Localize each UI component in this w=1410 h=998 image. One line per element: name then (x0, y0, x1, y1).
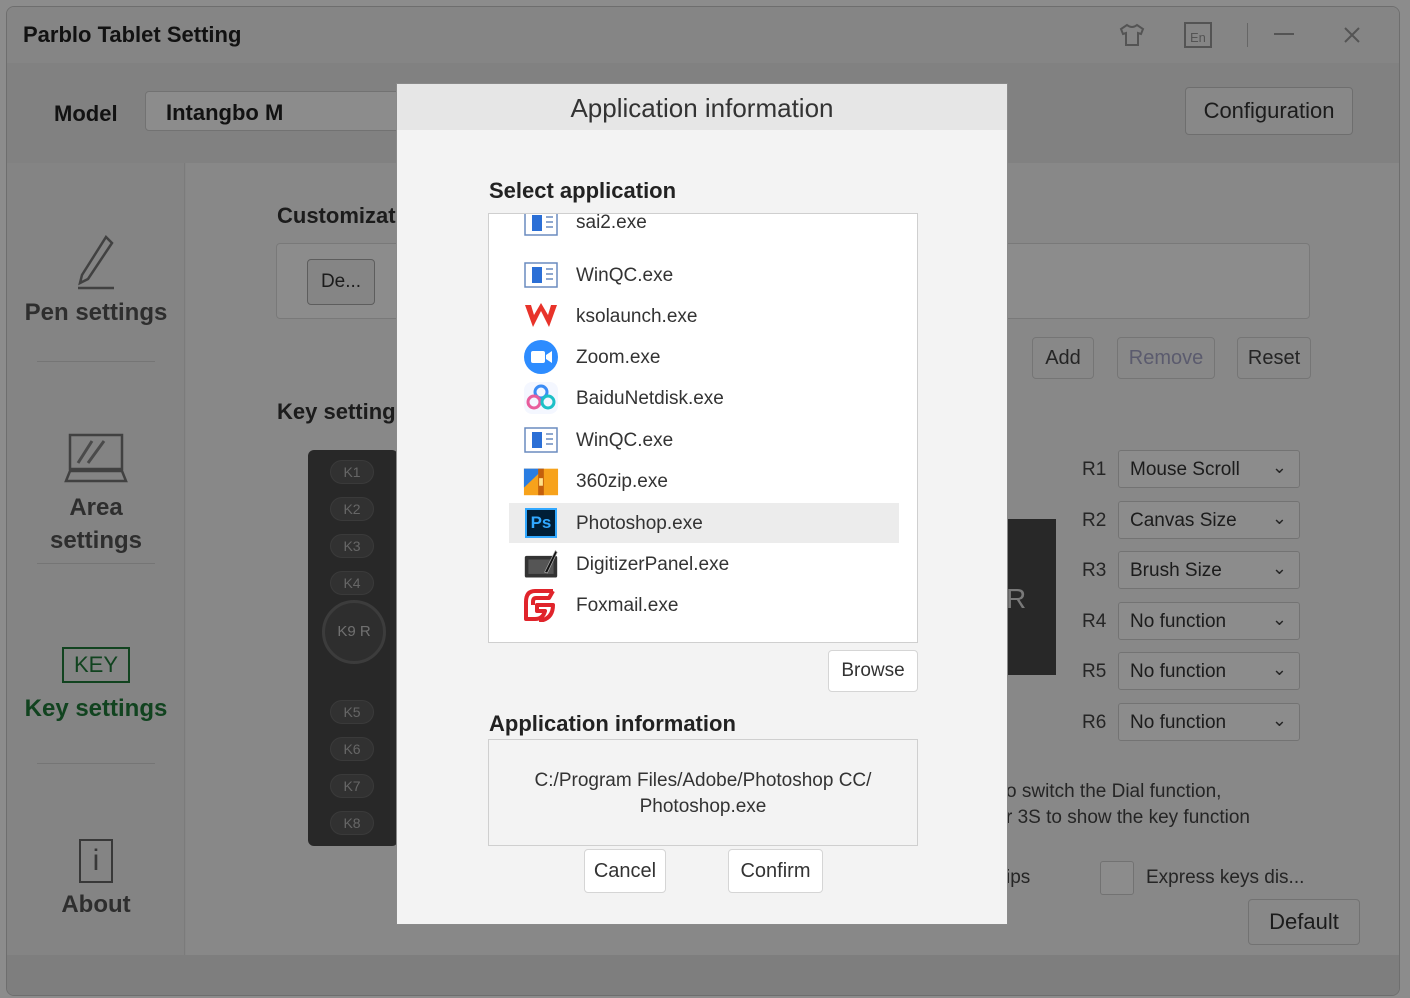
application-path-line1: C:/Program Files/Adobe/Photoshop CC/ (534, 770, 872, 791)
dialog-title: Application information (397, 84, 1007, 130)
app-name: WinQC.exe (576, 430, 674, 451)
sai-icon (523, 214, 559, 240)
list-item-winqc[interactable]: WinQC.exe (509, 420, 899, 460)
list-item-photoshop[interactable]: Ps Photoshop.exe (509, 503, 899, 543)
application-info-dialog: Application information Select applicati… (396, 83, 1008, 925)
application-path-line2: Photoshop.exe (639, 796, 767, 817)
foxmail-icon (523, 588, 559, 622)
list-item-baidu-netdisk[interactable]: BaiduNetdisk.exe (509, 378, 899, 418)
list-item-zoom[interactable]: Zoom.exe (509, 337, 899, 377)
app-name: BaiduNetdisk.exe (576, 388, 724, 409)
photoshop-icon-label: Ps (525, 508, 557, 538)
confirm-button[interactable]: Confirm (728, 849, 823, 893)
application-info-title: Application information (489, 711, 736, 736)
app-name: sai2.exe (576, 213, 647, 233)
zoom-icon (523, 340, 559, 374)
list-item-digitizer-panel[interactable]: DigitizerPanel.exe (509, 544, 899, 584)
app-name: WinQC.exe (576, 265, 674, 286)
wps-icon (523, 299, 559, 333)
list-item-360zip[interactable]: 360zip.exe (509, 461, 899, 501)
app-name: 360zip.exe (576, 471, 668, 492)
list-item-foxmail[interactable]: Foxmail.exe (509, 585, 899, 625)
browse-button[interactable]: Browse (828, 650, 918, 692)
winqc-icon (523, 258, 559, 292)
list-item-winqc[interactable]: WinQC.exe (509, 255, 899, 295)
winqc-icon (523, 423, 559, 457)
app-name: Photoshop.exe (576, 513, 703, 534)
select-application-title: Select application (489, 178, 677, 203)
app-name: DigitizerPanel.exe (576, 554, 730, 575)
app-name: Zoom.exe (576, 347, 661, 368)
baidu-netdisk-icon (523, 381, 559, 415)
list-item-ksolaunch[interactable]: ksolaunch.exe (509, 296, 899, 336)
digitizer-icon (523, 547, 559, 581)
application-path-display: C:/Program Files/Adobe/Photoshop CC/ Pho… (488, 739, 918, 846)
photoshop-icon: Ps (523, 506, 559, 540)
360zip-icon (523, 464, 559, 498)
app-name: Foxmail.exe (576, 595, 679, 616)
list-item-sai2[interactable]: sai2.exe (509, 214, 899, 254)
cancel-button[interactable]: Cancel (584, 849, 666, 893)
app-name: ksolaunch.exe (576, 306, 698, 327)
application-list[interactable]: sai2.exe WinQC.exe ksolaunch.exe Zoom.ex… (488, 213, 918, 643)
